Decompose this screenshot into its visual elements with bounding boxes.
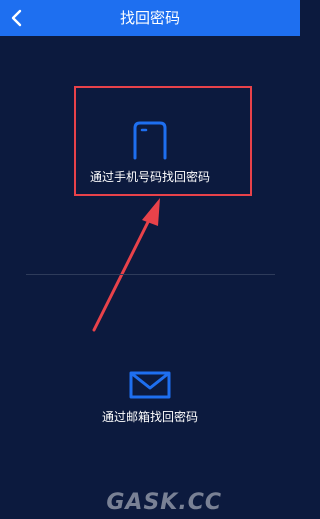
page-title: 找回密码 xyxy=(119,9,180,27)
top-bar: 找回密码 xyxy=(0,0,300,36)
email-recovery-option[interactable]: 通过邮箱找回密码 xyxy=(0,370,300,430)
watermark: GASK.CC xyxy=(106,490,222,515)
divider xyxy=(26,274,275,275)
annotation-highlight-box xyxy=(74,86,252,196)
annotation-arrow xyxy=(92,198,160,332)
email-recovery-label: 通过邮箱找回密码 xyxy=(101,410,198,424)
envelope-icon xyxy=(129,371,171,399)
